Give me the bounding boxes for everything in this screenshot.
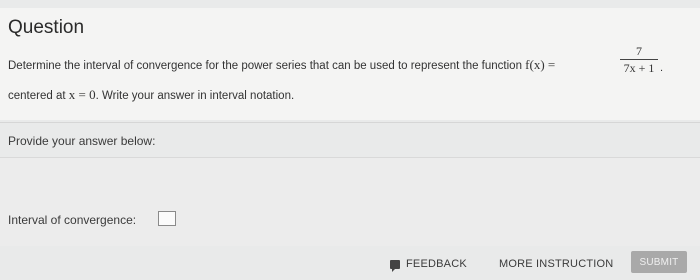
question-text: Determine the interval of convergence fo… xyxy=(8,60,522,72)
interval-of-convergence-label: Interval of convergence: xyxy=(8,213,137,227)
provide-answer-label: Provide your answer below: xyxy=(8,134,156,148)
more-instruction-button[interactable]: MORE INSTRUCTION xyxy=(499,254,613,274)
question-text-line1: Determine the interval of convergence fo… xyxy=(8,57,555,73)
center-math: x = 0 xyxy=(68,87,96,102)
feedback-label: FEEDBACK xyxy=(406,258,467,270)
fraction-numerator: 7 xyxy=(636,44,642,58)
line2-suffix: . Write your answer in interval notation… xyxy=(95,90,295,102)
feedback-icon xyxy=(390,259,400,272)
more-instruction-label: MORE INSTRUCTION xyxy=(499,258,614,270)
interval-of-convergence-input[interactable] xyxy=(158,211,176,226)
divider xyxy=(0,122,700,123)
line2-prefix: centered at xyxy=(8,90,66,102)
function-fraction: 7 7x + 1 xyxy=(618,44,660,75)
submit-button[interactable]: SUBMIT xyxy=(631,251,687,273)
function-lhs: f(x) = xyxy=(525,57,556,72)
answer-area xyxy=(0,158,700,246)
feedback-button[interactable]: FEEDBACK xyxy=(390,254,467,274)
submit-label: SUBMIT xyxy=(639,256,679,268)
fraction-trailing: . xyxy=(660,62,664,74)
question-text-line2: centered at x = 0. Write your answer in … xyxy=(8,87,294,103)
question-title: Question xyxy=(8,17,85,38)
fraction-denominator: 7x + 1 xyxy=(623,61,655,75)
fraction-bar xyxy=(620,59,658,60)
